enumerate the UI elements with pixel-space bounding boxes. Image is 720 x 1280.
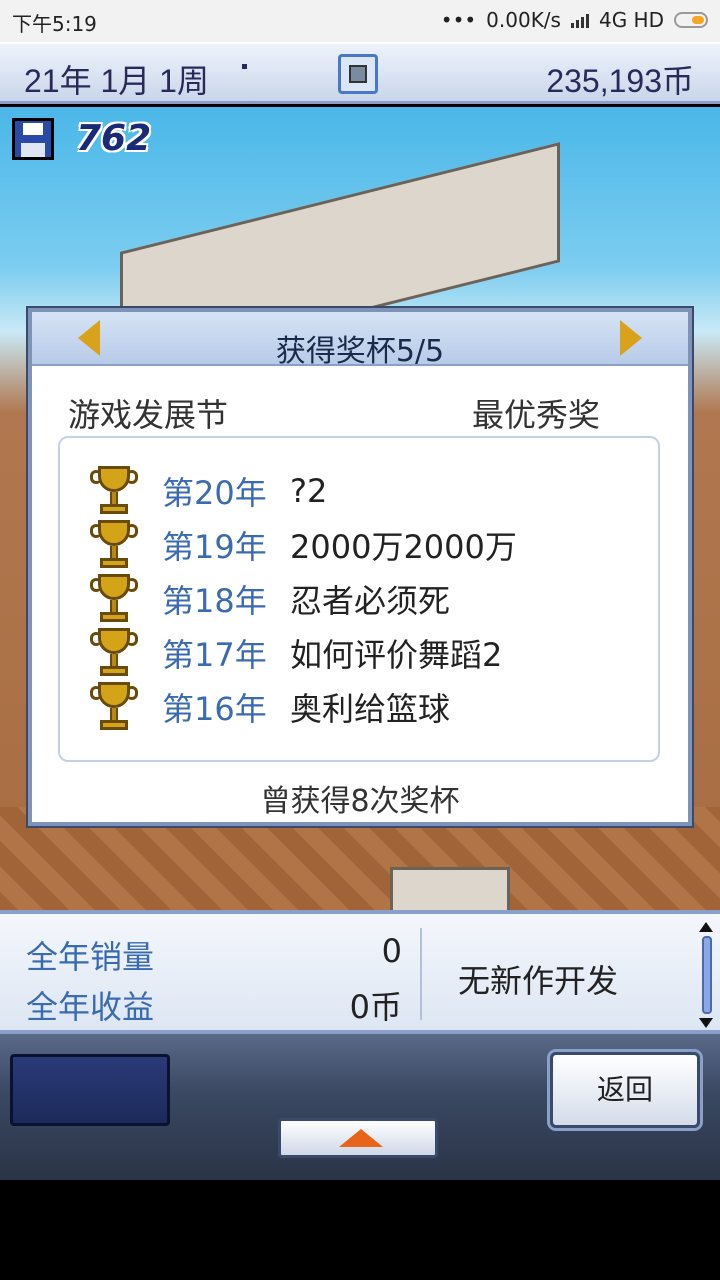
game-date: 21年 1月 1周 (24, 63, 209, 99)
stats-panel: 全年销量 0 全年收益 0币 无新作开发 (0, 910, 720, 1034)
award-game-title: 如何评价舞蹈2 (290, 636, 503, 674)
annual-sales-label: 全年销量 (26, 938, 155, 976)
award-game-title: 忍者必须死 (290, 582, 451, 620)
network-speed: 0.00K/s (486, 8, 561, 32)
scrollbar[interactable] (698, 922, 714, 1028)
scroll-up-icon[interactable] (699, 922, 713, 932)
camera-icon (349, 65, 367, 83)
award-row: 第17年 如何评价舞蹈2 (90, 626, 658, 680)
award-row: 第20年 ?2 (90, 464, 658, 518)
award-game-title: 2000万2000万 (290, 528, 517, 566)
menu-expand-button[interactable] (278, 1118, 438, 1158)
floppy-disk-icon (12, 118, 54, 160)
signal-icon (570, 12, 589, 28)
award-game-title: 奥利给篮球 (290, 690, 451, 728)
award-row: 第19年 2000万2000万 (90, 518, 658, 572)
money-display: 235,193币 (546, 63, 694, 99)
trophy-icon (90, 520, 138, 570)
award-total-count: 曾获得8次奖杯 (260, 784, 460, 819)
status-indicators: ••• 0.00K/s 4G HD (441, 8, 708, 32)
scroll-down-icon[interactable] (699, 1018, 713, 1028)
network-type: 4G HD (598, 8, 664, 32)
back-button[interactable]: 返回 (550, 1052, 700, 1128)
divider (420, 928, 422, 1020)
trophy-icon (90, 628, 138, 678)
award-year: 第18年 (162, 582, 267, 620)
desk (390, 867, 510, 910)
game-top-bar: 21年 1月 1周 235,193币 (0, 42, 720, 104)
trophy-icon (90, 574, 138, 624)
annual-revenue-value: 0币 (349, 988, 402, 1026)
trophy-icon (90, 466, 138, 516)
award-dialog: 获得奖杯5/5 游戏发展节 最优秀奖 第20年 ?2 第19年 2000万200… (28, 308, 692, 826)
status-bar: 下午5:19 ••• 0.00K/s 4G HD (0, 0, 720, 42)
date-dot (242, 64, 247, 69)
next-page-button[interactable] (592, 312, 652, 366)
award-year: 第19年 (162, 528, 267, 566)
award-year: 第20年 (162, 474, 267, 512)
arrow-right-icon (620, 320, 642, 356)
award-year: 第16年 (162, 690, 267, 728)
system-nav-bar (0, 1180, 720, 1280)
annual-sales-value: 0 (381, 932, 402, 970)
annual-revenue-label: 全年收益 (26, 988, 155, 1026)
award-game-title: ?2 (290, 472, 328, 510)
battery-icon (674, 12, 708, 28)
more-dots: ••• (440, 8, 477, 32)
dialog-title: 获得奖杯5/5 (275, 334, 445, 369)
save-count: 762 (76, 118, 152, 159)
camera-button[interactable] (338, 54, 378, 94)
dialog-header: 获得奖杯5/5 (32, 312, 688, 369)
award-name: 最优秀奖 (471, 396, 600, 434)
trophy-icon (90, 682, 138, 732)
left-panel-button[interactable] (10, 1054, 170, 1126)
scroll-thumb[interactable] (702, 936, 712, 1014)
arrow-up-icon (339, 1129, 383, 1147)
award-year: 第17年 (162, 636, 267, 674)
development-status: 无新作开发 (458, 962, 619, 1000)
control-bar: 返回 (0, 1034, 720, 1180)
award-row: 第18年 忍者必须死 (90, 572, 658, 626)
event-name: 游戏发展节 (68, 396, 229, 434)
award-list: 第20年 ?2 第19年 2000万2000万 第18年 忍者必须死 第17年 … (58, 436, 660, 762)
award-row: 第16年 奥利给篮球 (90, 680, 658, 734)
status-time: 下午5:19 (12, 12, 97, 36)
